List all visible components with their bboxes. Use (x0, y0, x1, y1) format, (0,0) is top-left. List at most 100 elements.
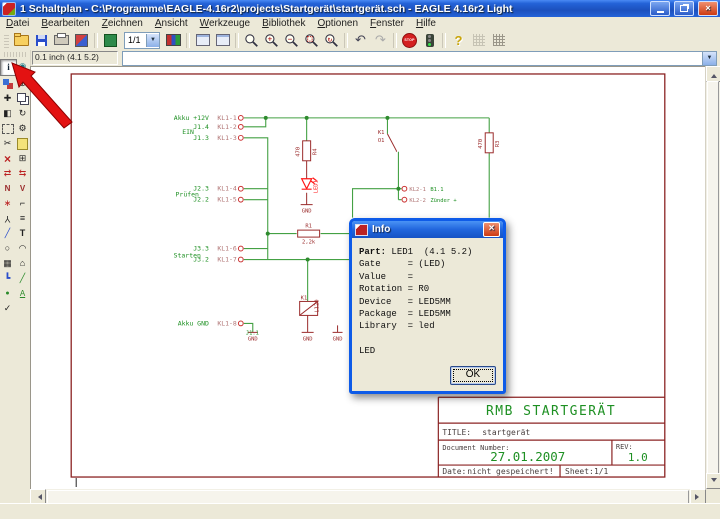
scroll-up-button[interactable] (706, 66, 720, 82)
vertical-scroll-thumb[interactable] (707, 81, 719, 474)
vertical-scrollbar[interactable] (705, 66, 720, 489)
menu-zeichnen[interactable]: Zeichnen (102, 18, 143, 29)
sheet-list-button[interactable] (193, 32, 212, 49)
tool-cut-button[interactable]: ✂ (1, 137, 14, 150)
open-button[interactable] (12, 32, 31, 49)
horizontal-scrollbar[interactable] (30, 489, 706, 504)
restore-icon (680, 5, 688, 12)
tool-miter-button[interactable]: ⌐ (16, 197, 29, 210)
tool-erc-button[interactable]: ✓ (1, 302, 14, 315)
tool-group-button[interactable] (1, 122, 14, 135)
library-icon (166, 34, 181, 46)
command-input[interactable] (123, 53, 702, 64)
chevron-down-icon[interactable]: ▼ (146, 34, 159, 47)
tool-net-button[interactable]: ╱ (16, 272, 29, 285)
tool-change-button[interactable]: ⚙ (16, 122, 29, 135)
info-dialog-title: Info (372, 224, 390, 235)
tool-label-button[interactable]: A (16, 287, 29, 300)
zoom-out-icon: − (284, 33, 299, 48)
gateswap-arrows-icon: ⇆ (19, 169, 27, 178)
menu-datei[interactable]: Datei (6, 18, 29, 29)
redo-button[interactable]: ↷ (371, 32, 390, 49)
tool-info-button[interactable]: i (0, 59, 17, 76)
scroll-down-button[interactable] (706, 473, 720, 489)
component-value: O1 (378, 138, 385, 144)
tool-smash-button[interactable]: ∗ (1, 197, 14, 210)
print-button[interactable] (52, 32, 71, 49)
menu-fenster[interactable]: Fenster (370, 18, 404, 29)
mirror-icon: ◧ (3, 109, 12, 118)
separator (235, 33, 239, 48)
tool-delete-button[interactable]: × (1, 152, 14, 165)
frames-button[interactable] (213, 32, 232, 49)
zoom-in-button[interactable]: + (262, 32, 281, 49)
undo-icon: ↶ (355, 32, 366, 48)
zoom-out-button[interactable]: − (282, 32, 301, 49)
tool-gateswap-button[interactable]: ⇆ (16, 167, 29, 180)
tool-mirror-button[interactable]: ◧ (1, 107, 14, 120)
tool-wire-button[interactable]: ╱ (1, 227, 14, 240)
tool-value-button[interactable]: V (16, 182, 29, 195)
tool-add-button[interactable]: ⊞ (16, 152, 29, 165)
grid-faint-button[interactable] (469, 32, 488, 49)
board-icon (104, 34, 117, 47)
tool-polygon-button[interactable]: ⌂ (16, 257, 29, 270)
grid-button[interactable] (489, 32, 508, 49)
go-button[interactable] (420, 32, 439, 49)
tool-show-button[interactable]: ◉ (16, 60, 29, 73)
schematic-canvas[interactable]: Akku +12V KL1-1 J1.4 KL1-2 EIN J1.3 KL1-… (30, 66, 706, 489)
menu-hilfe[interactable]: Hilfe (416, 18, 436, 29)
menu-optionen[interactable]: Optionen (317, 18, 358, 29)
close-button[interactable]: × (698, 1, 718, 16)
window-title: 1 Schaltplan - C:\Programme\EAGLE-4.16r2… (20, 3, 646, 15)
tool-name-button[interactable]: N (1, 182, 14, 195)
tool-move-button[interactable]: ✚ (1, 92, 14, 105)
ok-button[interactable]: OK (450, 366, 496, 385)
tool-invoke-button[interactable]: ≡ (16, 212, 29, 225)
info-dialog-titlebar[interactable]: Info × (352, 221, 503, 238)
tool-copy-button[interactable] (16, 92, 29, 105)
tool-mark-button[interactable]: ⊕ (16, 77, 29, 90)
tool-junction-button[interactable]: ● (1, 287, 14, 300)
minimize-button[interactable] (650, 1, 670, 16)
use-library-button[interactable] (164, 32, 183, 49)
menu-ansicht[interactable]: Ansicht (155, 18, 188, 29)
info-dialog-close-button[interactable]: × (483, 222, 500, 237)
help-button[interactable]: ? (449, 32, 468, 49)
zoom-fit-button[interactable] (242, 32, 261, 49)
open-board-button[interactable] (101, 32, 120, 49)
zoom-redraw-button[interactable]: ↻ (322, 32, 341, 49)
tool-rect-button[interactable]: ▦ (1, 257, 14, 270)
tool-pinswap-button[interactable]: ⇄ (1, 167, 14, 180)
restore-button[interactable] (674, 1, 694, 16)
sheet-selector[interactable]: 1/1 ▼ (124, 32, 160, 49)
tool-split-button[interactable]: Y (1, 212, 14, 225)
save-icon (36, 35, 47, 46)
component-value: 470 (296, 147, 302, 157)
titleblock-rev: 1.0 (628, 451, 648, 464)
component-value: 2,2k (302, 240, 316, 246)
horizontal-scroll-thumb[interactable] (47, 490, 689, 504)
stop-button[interactable]: STOP (400, 32, 419, 49)
palette-handle[interactable] (4, 52, 26, 57)
titleblock-sheet-label: Sheet: (565, 467, 594, 476)
titleblock-title: startgerät (482, 428, 530, 437)
zoom-select-button[interactable] (302, 32, 321, 49)
menu-werkzeuge[interactable]: Werkzeuge (200, 18, 250, 29)
tool-display-button[interactable] (1, 77, 14, 90)
tool-arc-button[interactable]: ◠ (16, 242, 29, 255)
cam-processor-button[interactable] (72, 32, 91, 49)
tool-text-button[interactable]: T (16, 227, 29, 240)
tool-bus-button[interactable]: ┗ (1, 272, 14, 285)
menu-bibliothek[interactable]: Bibliothek (262, 18, 305, 29)
tool-rotate-button[interactable]: ↻ (16, 107, 29, 120)
command-history-dropdown[interactable]: ▼ (702, 52, 716, 65)
tool-paste-button[interactable] (16, 137, 29, 150)
menu-bearbeiten[interactable]: Bearbeiten (41, 18, 89, 29)
tool-circle-button[interactable]: ○ (1, 242, 14, 255)
save-button[interactable] (32, 32, 51, 49)
value-line: Value = (359, 271, 496, 283)
undo-button[interactable]: ↶ (351, 32, 370, 49)
rotation-line: Rotation = R0 (359, 283, 496, 295)
toolbar-handle[interactable] (4, 33, 9, 48)
